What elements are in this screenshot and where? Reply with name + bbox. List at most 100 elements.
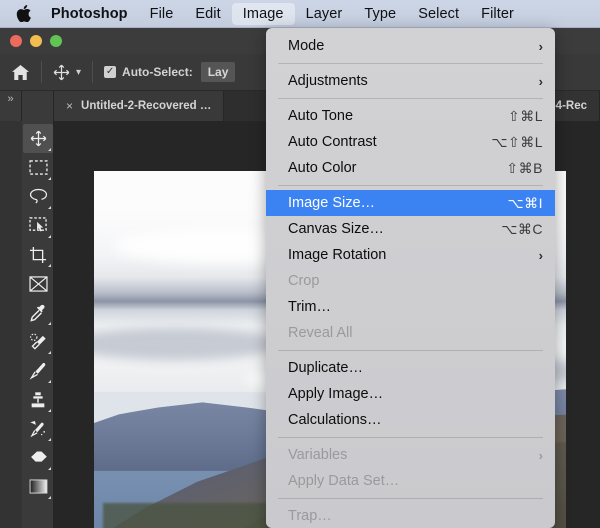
menubar-item-filter[interactable]: Filter bbox=[470, 3, 525, 25]
image-menu-dropdown[interactable]: Mode › Adjustments › Auto Tone ⇧⌘L Auto Contra… bbox=[266, 28, 555, 528]
menu-item-label: Duplicate… bbox=[288, 360, 363, 376]
tool-crop[interactable] bbox=[23, 240, 53, 269]
tool-group-indicator bbox=[48, 467, 51, 470]
eraser-tool-icon bbox=[30, 451, 47, 462]
close-tab-icon[interactable]: × bbox=[66, 99, 73, 113]
tool-rectangular-marquee[interactable] bbox=[23, 153, 53, 182]
tool-frame[interactable] bbox=[23, 269, 53, 298]
menu-item-shortcut: ⌥⇧⌘L bbox=[491, 133, 543, 150]
chevron-right-icon: › bbox=[538, 73, 543, 89]
menu-item-apply-image[interactable]: Apply Image… bbox=[266, 381, 555, 407]
move-tool-icon bbox=[30, 130, 46, 147]
menu-separator bbox=[278, 350, 543, 351]
menu-item-shortcut: ⇧⌘L bbox=[507, 107, 543, 124]
menu-item-mode[interactable]: Mode › bbox=[266, 33, 555, 59]
menu-item-label: Auto Color bbox=[288, 160, 357, 176]
menu-item-shortcut: ⌥⌘C bbox=[501, 220, 543, 237]
left-dock-gutter bbox=[0, 121, 22, 528]
rectangular-marquee-tool-icon bbox=[28, 160, 48, 175]
menubar-item-edit[interactable]: Edit bbox=[184, 3, 231, 25]
screenshot-root: Photoshop File Edit Image Layer Type Sel… bbox=[0, 0, 600, 528]
menu-item-label: Crop bbox=[288, 273, 320, 289]
menubar-item-image[interactable]: Image bbox=[231, 2, 295, 25]
menubar-item-select[interactable]: Select bbox=[407, 3, 470, 25]
menu-item-label: Image Rotation bbox=[288, 247, 387, 263]
active-tool-indicator[interactable]: ▾ bbox=[42, 54, 92, 90]
tool-move[interactable] bbox=[23, 124, 53, 153]
tool-gradient[interactable] bbox=[23, 472, 53, 501]
menubar-item-file[interactable]: File bbox=[139, 3, 185, 25]
document-tab-label: Untitled-2-Recovered … bbox=[81, 100, 212, 112]
menubar-item-type[interactable]: Type bbox=[353, 3, 407, 25]
tool-group-indicator bbox=[48, 380, 51, 383]
tool-eraser[interactable] bbox=[23, 443, 53, 472]
tool-eyedropper[interactable] bbox=[23, 298, 53, 327]
tool-group-indicator bbox=[48, 351, 51, 354]
menu-item-label: Variables bbox=[288, 447, 348, 463]
menu-item-auto-contrast[interactable]: Auto Contrast ⌥⇧⌘L bbox=[266, 129, 555, 155]
minimize-window-button[interactable] bbox=[30, 35, 42, 47]
menu-item-duplicate[interactable]: Duplicate… bbox=[266, 355, 555, 381]
menu-item-shortcut: ⇧⌘B bbox=[506, 159, 543, 176]
menu-separator bbox=[278, 63, 543, 64]
menu-item-label: Adjustments bbox=[288, 73, 368, 89]
tool-group-indicator bbox=[48, 177, 51, 180]
zoom-window-button[interactable] bbox=[50, 35, 62, 47]
menu-item-image-size[interactable]: Image Size… ⌥⌘I bbox=[266, 190, 555, 216]
tool-clone-stamp[interactable] bbox=[23, 385, 53, 414]
tool-brush[interactable] bbox=[23, 356, 53, 385]
menu-item-label: Trim… bbox=[288, 299, 331, 315]
menu-item-label: Mode bbox=[288, 38, 325, 54]
menu-item-adjustments[interactable]: Adjustments › bbox=[266, 68, 555, 94]
menu-item-crop: Crop bbox=[266, 268, 555, 294]
tool-column-header bbox=[22, 91, 54, 121]
menu-item-calculations[interactable]: Calculations… bbox=[266, 407, 555, 433]
menu-item-auto-color[interactable]: Auto Color ⇧⌘B bbox=[266, 155, 555, 181]
home-button[interactable] bbox=[0, 54, 41, 90]
tool-group-indicator bbox=[48, 409, 51, 412]
menubar-item-layer[interactable]: Layer bbox=[295, 3, 354, 25]
tool-spot-healing-brush[interactable] bbox=[23, 327, 53, 356]
menu-separator bbox=[278, 498, 543, 499]
menu-item-trim[interactable]: Trim… bbox=[266, 294, 555, 320]
menu-item-label: Image Size… bbox=[288, 195, 376, 211]
tool-group-indicator bbox=[48, 264, 51, 267]
menu-item-apply-data-set: Apply Data Set… bbox=[266, 468, 555, 494]
spot-healing-brush-tool-icon bbox=[29, 333, 46, 350]
auto-select-dropdown[interactable]: Lay bbox=[200, 62, 236, 82]
menu-item-auto-tone[interactable]: Auto Tone ⇧⌘L bbox=[266, 103, 555, 129]
tool-group-indicator bbox=[48, 496, 51, 499]
crop-tool-icon bbox=[29, 246, 47, 263]
menu-item-label: Canvas Size… bbox=[288, 221, 384, 237]
history-brush-tool-icon bbox=[29, 420, 45, 437]
auto-select-group: ✓ Auto-Select: Lay bbox=[93, 54, 246, 90]
menu-item-label: Auto Contrast bbox=[288, 134, 377, 150]
gradient-tool-icon bbox=[29, 479, 47, 494]
lasso-tool-icon bbox=[29, 188, 47, 204]
eyedropper-tool-icon bbox=[30, 304, 45, 322]
close-window-button[interactable] bbox=[10, 35, 22, 47]
menu-item-shortcut: ⌥⌘I bbox=[507, 194, 543, 211]
menu-item-canvas-size[interactable]: Canvas Size… ⌥⌘C bbox=[266, 216, 555, 242]
move-tool-icon bbox=[53, 64, 70, 80]
brush-tool-icon bbox=[29, 362, 46, 380]
menu-item-label: Auto Tone bbox=[288, 108, 354, 124]
tool-history-brush[interactable] bbox=[23, 414, 53, 443]
tool-lasso[interactable] bbox=[23, 182, 53, 211]
document-tab-active[interactable]: × Untitled-2-Recovered … bbox=[54, 91, 225, 121]
menu-item-label: Trap… bbox=[288, 508, 332, 524]
document-tab-secondary-label: -4-Rec bbox=[551, 100, 587, 112]
chevron-right-icon: › bbox=[538, 447, 543, 463]
expand-panels-button[interactable]: » bbox=[0, 91, 22, 121]
chevron-down-icon[interactable]: ▾ bbox=[76, 67, 81, 78]
menu-item-variables: Variables › bbox=[266, 442, 555, 468]
tool-group-indicator bbox=[48, 438, 51, 441]
menu-item-label: Apply Data Set… bbox=[288, 473, 400, 489]
menubar-item-photoshop[interactable]: Photoshop bbox=[40, 3, 139, 25]
auto-select-checkbox[interactable]: ✓ bbox=[104, 66, 117, 78]
apple-logo-icon[interactable] bbox=[12, 5, 34, 22]
object-selection-tool-icon bbox=[28, 217, 47, 232]
tool-object-selection[interactable] bbox=[23, 211, 53, 240]
tool-group-indicator bbox=[48, 148, 51, 151]
menu-item-image-rotation[interactable]: Image Rotation › bbox=[266, 242, 555, 268]
